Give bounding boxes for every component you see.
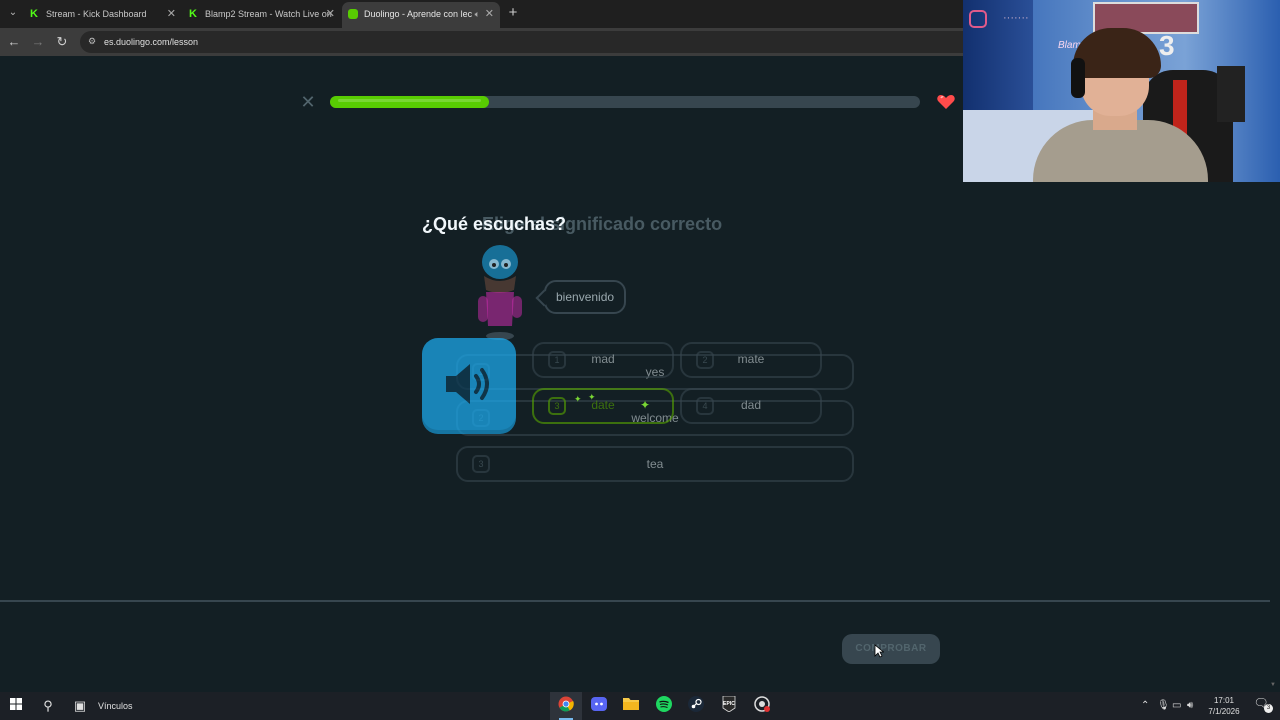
sparkle-icon: ✦ [588,392,596,402]
tab-blamp2-stream[interactable]: K Blamp2 Stream - Watch Live on ✕ [183,2,341,28]
option-number: 2 [696,351,714,369]
option-number: 3 [548,397,566,415]
file-explorer-icon[interactable] [621,696,641,716]
notification-count-badge: 3 [1264,704,1273,713]
webcam-overlay: ······· Blamp2 3 [963,0,1280,182]
close-lesson-icon[interactable]: ✕ [300,93,316,111]
scroll-down-arrow-icon[interactable]: ▼ [1270,682,1280,692]
tab-kick-dashboard[interactable]: K Stream - Kick Dashboard ✕ [24,2,182,28]
instagram-icon [969,10,987,28]
volume-icon[interactable]: 🔊︎ [1187,692,1193,720]
mouse-cursor-icon [874,644,884,658]
tab-duolingo[interactable]: Duolingo - Aprende con lec 🔈︎ ✕ [342,2,500,28]
progress-bar [330,96,920,108]
task-view-icon[interactable]: ▣ [70,696,90,716]
answer-option[interactable]: 1 mad [532,342,674,378]
site-info-icon[interactable]: ⚙ [88,36,98,46]
duolingo-character-illustration [478,245,522,340]
steam-icon[interactable] [686,696,706,716]
footer-divider [0,600,1270,602]
tab-search-chevron-icon[interactable]: ⌄ [4,4,22,22]
windows-taskbar: ⚲ ▣ Vínculos EPIC ⌃ 🎙︎ ▭ 🔊︎ 17:01 7/1/20… [0,692,1280,720]
recording-app-icon[interactable] [752,696,772,716]
webcam-headset [1071,58,1085,98]
clock-time: 17:01 [1213,696,1235,705]
search-icon[interactable]: ⚲ [38,696,58,716]
close-tab-icon[interactable]: ✕ [167,2,176,26]
chrome-icon[interactable] [556,696,576,716]
duolingo-icon [348,9,358,19]
instruction-title: ¿Qué escuchas? [422,214,567,234]
system-clock[interactable]: 17:01 7/1/2026 [1206,695,1242,717]
url-text: es.duolingo.com/lesson [104,37,199,47]
webcam-number-sign: 3 [1159,30,1175,61]
reload-icon[interactable]: ↻ [53,33,71,51]
close-tab-icon[interactable]: ✕ [326,2,335,26]
spotify-icon[interactable] [654,696,674,716]
answer-option-correct[interactable]: 3 date [532,388,674,424]
svg-text:EPIC: EPIC [723,701,735,707]
kick-icon: K [30,9,40,20]
sparkle-icon: ✦ [640,398,651,412]
forward-arrow-icon[interactable]: → [29,33,47,51]
discord-icon[interactable] [589,696,609,716]
microphone-icon[interactable]: 🎙︎ [1157,692,1170,720]
tab-title: Stream - Kick Dashboard [46,9,147,19]
check-button[interactable]: COMPROBAR [842,634,940,664]
webcam-handle-text: ······· [1003,12,1029,24]
links-toolbar-label[interactable]: Vínculos [98,692,133,720]
back-arrow-icon[interactable]: ← [5,33,23,51]
option-number: 1 [548,351,566,369]
audio-playing-icon[interactable]: 🔈︎ [475,2,480,26]
tab-title: Duolingo - Aprende con lec [364,9,473,19]
screen: ⌄ K Stream - Kick Dashboard ✕ K Blamp2 S… [0,0,1280,720]
speaker-icon [446,364,489,404]
windows-start-icon[interactable] [6,696,26,716]
play-audio-button[interactable] [422,338,516,430]
answer-option[interactable]: 2 mate [680,342,822,378]
sparkle-icon: ✦ [574,394,582,404]
epic-games-icon[interactable]: EPIC [719,695,739,716]
speech-bubble: bienvenido [544,280,627,314]
webcam-speaker [1217,66,1245,122]
answer-option[interactable]: 3 tea [456,446,854,482]
answer-option[interactable]: 4 dad [680,388,822,424]
tab-title: Blamp2 Stream - Watch Live on [205,9,332,19]
heart-icon [937,95,955,109]
clock-date: 7/1/2026 [1208,707,1240,716]
network-icon[interactable]: ▭ [1172,692,1181,720]
kick-icon: K [189,9,199,20]
close-tab-icon[interactable]: ✕ [485,2,494,26]
option-number: 4 [696,397,714,415]
new-tab-button[interactable]: + [505,4,521,22]
option-number: 3 [472,455,490,473]
show-hidden-icons-icon[interactable]: ⌃ [1141,692,1149,720]
progress-fill [330,96,490,108]
option-text: tea [646,457,664,471]
